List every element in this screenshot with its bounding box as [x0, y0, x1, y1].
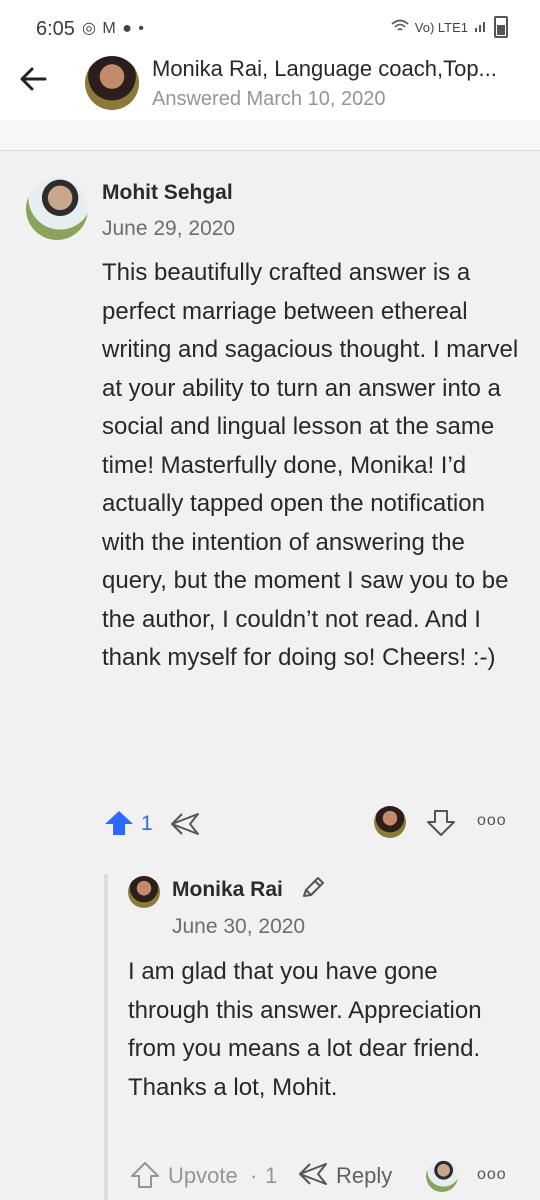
- current-user-avatar[interactable]: [426, 1160, 458, 1192]
- upvote-count: 1: [141, 812, 153, 835]
- author-avatar[interactable]: [85, 56, 139, 110]
- status-bar: 6:05 ◎ M ● • Vo) LTE1: [0, 0, 540, 48]
- notification-dot-icon: •: [138, 20, 145, 37]
- divider: [0, 120, 540, 151]
- reply-upvote-icon[interactable]: [131, 1162, 159, 1193]
- wifi-icon: [391, 19, 409, 36]
- reply-upvote-count: 1: [265, 1163, 278, 1188]
- reply-actions: Upvote · 1 Reply ooo: [0, 1160, 540, 1194]
- comment-date: June 29, 2020: [102, 217, 236, 240]
- comment-body: This beautifully crafted answer is a per…: [102, 259, 519, 671]
- header-title[interactable]: Monika Rai, Language coach,Top...: [152, 56, 522, 82]
- upvoter-avatar[interactable]: [374, 806, 406, 838]
- notification-icons: ◎ M ● •: [82, 18, 145, 38]
- whatsapp-icon: ◎: [82, 20, 97, 37]
- reply-icon[interactable]: [298, 1162, 328, 1191]
- gmail-icon: M: [102, 20, 117, 37]
- share-icon[interactable]: [170, 812, 200, 841]
- reply-thread-line: [104, 874, 108, 1200]
- phone-icon: ●: [122, 20, 133, 37]
- signal-icon: [474, 19, 488, 36]
- commenter-name[interactable]: Mohit Sehgal: [102, 181, 233, 205]
- downvote-icon[interactable]: [427, 810, 455, 841]
- separator-dot: ·: [250, 1163, 258, 1188]
- reply-more-options-icon[interactable]: ooo: [477, 1166, 507, 1184]
- reply-button[interactable]: Reply: [336, 1163, 392, 1189]
- more-options-icon[interactable]: ooo: [477, 812, 507, 830]
- network-label: Vo) LTE1: [414, 19, 468, 35]
- commenter-avatar[interactable]: [26, 178, 88, 240]
- reply-body: I am glad that you have gone through thi…: [128, 958, 482, 1101]
- reply-upvote-button[interactable]: Upvote: [168, 1163, 238, 1189]
- header-subtitle: Answered March 10, 2020: [152, 88, 386, 110]
- battery-icon: [494, 16, 508, 38]
- reply-author-name[interactable]: Monika Rai: [172, 878, 283, 902]
- status-time: 6:05: [36, 18, 75, 40]
- reply-date: June 30, 2020: [172, 915, 306, 938]
- comment-actions: 1 ooo: [0, 806, 540, 842]
- upvote-icon[interactable]: [104, 810, 134, 841]
- system-indicators: Vo) LTE1: [391, 16, 508, 38]
- pen-icon: [300, 876, 326, 905]
- reply-author-avatar[interactable]: [128, 876, 160, 908]
- app-header: Monika Rai, Language coach,Top... Answer…: [0, 48, 540, 120]
- back-arrow-icon[interactable]: [18, 64, 52, 98]
